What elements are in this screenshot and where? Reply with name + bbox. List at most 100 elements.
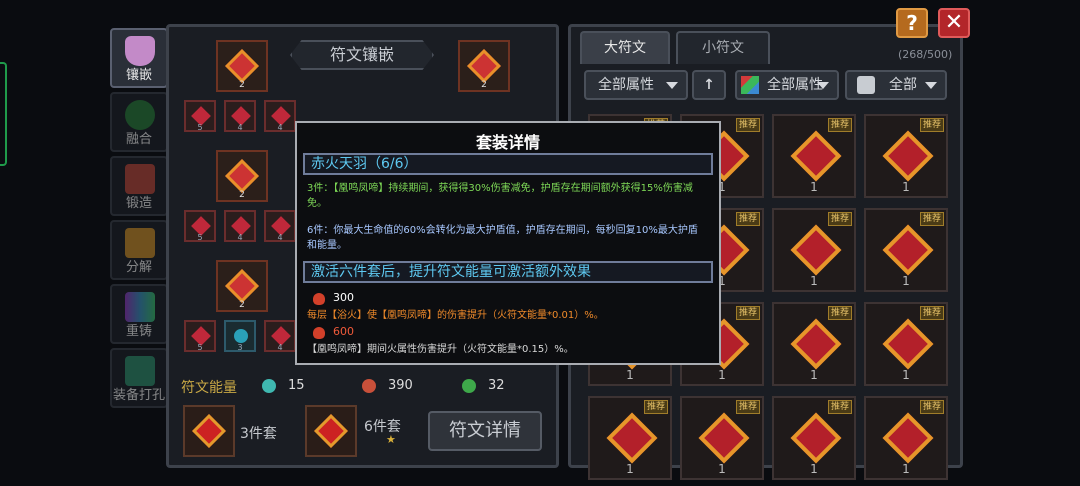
side-item-decompose[interactable]: 分解 — [110, 220, 168, 280]
rune-level: 1 — [902, 180, 910, 194]
bonus-effect: 每层【浴火】使【凰鸣凤啼】的伤害提升（火符文能量*0.01）%。 — [307, 310, 604, 321]
decompose-icon — [125, 228, 155, 258]
rune-grid-cell[interactable]: 推荐 1 — [772, 396, 856, 480]
small-rune-slot[interactable]: 3 — [224, 320, 256, 352]
attribute-filter[interactable]: 全部属性 — [584, 70, 688, 100]
small-rune-slot[interactable]: 5 — [184, 100, 216, 132]
fire-icon — [313, 293, 325, 305]
set-3-effect: 3件：【凰鸣凤啼】持续期间，获得得30%伤害减免，护盾存在期间额外获得15%伤害… — [307, 183, 693, 209]
rune-level: 1 — [810, 180, 818, 194]
small-rune-slot[interactable]: 4 — [264, 320, 296, 352]
help-button[interactable]: ? — [896, 8, 928, 38]
set-6-icon[interactable] — [305, 405, 357, 457]
sort-button[interactable]: ↑ — [692, 70, 726, 100]
skull-icon — [857, 76, 875, 94]
fire-rune-icon — [467, 49, 501, 83]
recommend-tag: 推荐 — [735, 118, 760, 132]
small-rune-slot[interactable]: 5 — [184, 210, 216, 242]
tab-big-rune[interactable]: 大符文 — [580, 31, 670, 64]
rune-level: 1 — [810, 462, 818, 476]
rune-level: 1 — [902, 274, 910, 288]
fire-rune-icon — [606, 412, 658, 464]
close-button[interactable]: ✕ — [938, 8, 970, 38]
rune-level: 1 — [810, 274, 818, 288]
tab-small-rune[interactable]: 小符文 — [676, 31, 770, 64]
rune-grid-cell[interactable]: 推荐 1 — [864, 114, 948, 198]
bonus-threshold: 300 — [333, 291, 354, 304]
filter-label: 全部属性 — [767, 77, 823, 93]
side-item-label: 重铸 — [125, 324, 152, 339]
big-rune-slot[interactable]: 2 — [216, 150, 268, 202]
fire-gem-icon — [362, 379, 376, 393]
rune-level: 1 — [902, 462, 910, 476]
side-item-recast[interactable]: 重铸 — [110, 284, 168, 344]
flask-icon — [125, 36, 155, 66]
small-rune-slot[interactable]: 4 — [264, 210, 296, 242]
bonus-effect: 【凰鸣凤啼】期间火属性伤害提升（火符文能量*0.15）%。 — [307, 344, 574, 355]
caret-down-icon — [817, 82, 829, 89]
recommend-tag: 推荐 — [919, 400, 944, 414]
side-item-label: 分解 — [125, 260, 152, 275]
rune-level: 1 — [902, 368, 910, 382]
edge-tab[interactable] — [0, 62, 7, 166]
recommend-tag: 推荐 — [919, 306, 944, 320]
big-rune-slot[interactable]: 2 — [216, 40, 268, 92]
activate-header: 激活六件套后，提升符文能量可激活额外效果 — [303, 261, 713, 283]
small-rune-slot[interactable]: 5 — [184, 320, 216, 352]
element-icon — [741, 76, 759, 94]
fire-rune-icon — [225, 269, 259, 303]
caret-down-icon — [925, 82, 937, 89]
fire-icon — [313, 327, 325, 339]
rune-detail-button[interactable]: 符文详情 — [428, 411, 542, 451]
recommend-tag: 推荐 — [827, 212, 852, 226]
fire-rune-icon — [882, 130, 934, 182]
panel-title: 符文镶嵌 — [290, 40, 434, 70]
fusion-icon — [125, 100, 155, 130]
rune-grid-cell[interactable]: 推荐 1 — [864, 396, 948, 480]
side-item-inlay[interactable]: 镶嵌 — [110, 28, 168, 88]
energy-value: 390 — [388, 378, 413, 393]
big-rune-slot[interactable]: 2 — [216, 260, 268, 312]
side-item-drill[interactable]: 装备打孔 — [110, 348, 168, 408]
element-filter[interactable]: 全部属性 — [735, 70, 839, 100]
energy-value: 32 — [488, 378, 505, 393]
rune-grid-cell[interactable]: 推荐 1 — [772, 302, 856, 386]
fire-rune-icon — [225, 49, 259, 83]
side-item-forge[interactable]: 锻造 — [110, 156, 168, 216]
rune-level: 1 — [626, 368, 634, 382]
recommend-tag: 推荐 — [827, 400, 852, 414]
recommend-tag: 推荐 — [735, 400, 760, 414]
recommend-tag: 推荐 — [643, 400, 668, 414]
star-icon: ★ — [386, 433, 396, 446]
side-item-label: 锻造 — [125, 196, 152, 211]
recommend-tag: 推荐 — [919, 118, 944, 132]
fire-rune-icon — [698, 412, 750, 464]
recommend-tag: 推荐 — [827, 118, 852, 132]
small-rune-slot[interactable]: 4 — [224, 100, 256, 132]
set-3-icon[interactable] — [183, 405, 235, 457]
rune-grid-cell[interactable]: 推荐 1 — [588, 396, 672, 480]
side-item-label: 融合 — [125, 132, 152, 147]
type-filter[interactable]: 全部 — [845, 70, 947, 100]
fire-rune-icon — [225, 159, 259, 193]
rune-level: 1 — [626, 462, 634, 476]
side-item-fusion[interactable]: 融合 — [110, 92, 168, 152]
rune-grid-cell[interactable]: 推荐 1 — [772, 114, 856, 198]
rune-grid-cell[interactable]: 推荐 1 — [864, 302, 948, 386]
big-rune-slot[interactable]: 2 — [458, 40, 510, 92]
fire-rune-icon — [790, 224, 842, 276]
rune-grid-cell[interactable]: 推荐 1 — [680, 396, 764, 480]
modal-title: 套装详情 — [475, 133, 540, 152]
green-gem-icon — [462, 379, 476, 393]
side-item-label: 镶嵌 — [125, 68, 152, 83]
side-menu: 镶嵌 融合 锻造 分解 重铸 装备打孔 — [110, 28, 168, 408]
rune-icon — [314, 414, 348, 448]
rune-grid-cell[interactable]: 推荐 1 — [864, 208, 948, 292]
rune-level: 1 — [718, 462, 726, 476]
small-rune-slot[interactable]: 4 — [264, 100, 296, 132]
small-rune-slot[interactable]: 4 — [224, 210, 256, 242]
set-6-effect: 6件：你最大生命值的60%会转化为最大护盾值，护盾存在期间，每秒回复10%最大护… — [307, 225, 698, 251]
teal-gem-icon — [262, 379, 276, 393]
rune-grid-cell[interactable]: 推荐 1 — [772, 208, 856, 292]
filter-label: 全部属性 — [598, 77, 654, 93]
